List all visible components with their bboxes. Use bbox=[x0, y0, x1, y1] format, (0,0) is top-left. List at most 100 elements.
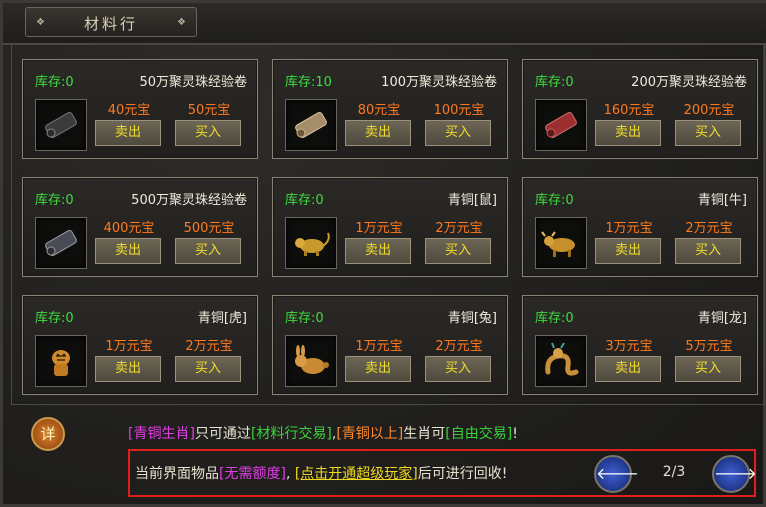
item-name: 青铜[牛] bbox=[697, 193, 747, 208]
buy-button[interactable]: 买入 bbox=[675, 356, 741, 382]
item-name: 青铜[兔] bbox=[447, 311, 497, 326]
notice-text: 生肖可 bbox=[403, 426, 446, 442]
recycle-notice-box: 当前界面物品[无需额度], [点击开通超级玩家]后可进行回收! 🡐 2/3 🡒 bbox=[128, 449, 757, 497]
buy-price: 500元宝 bbox=[183, 221, 235, 236]
buy-price: 2万元宝 bbox=[685, 221, 733, 236]
item-name: 50万聚灵珠经验卷 bbox=[139, 75, 247, 90]
stock-count: 库存:0 bbox=[35, 311, 74, 326]
item-slot[interactable] bbox=[285, 217, 337, 269]
sell-button[interactable]: 卖出 bbox=[95, 356, 161, 382]
notice-text: 当前界面物品 bbox=[135, 466, 219, 482]
rat-figurine-icon bbox=[295, 232, 330, 256]
item-card-0: 库存:0 50万聚灵珠经验卷 40元宝 50元宝 卖出 买入 bbox=[22, 59, 258, 159]
item-card-3: 库存:0 500万聚灵珠经验卷 400元宝 500元宝 卖出 买入 bbox=[22, 177, 258, 277]
stock-count: 库存:0 bbox=[285, 311, 324, 326]
item-card-1: 库存:10 100万聚灵珠经验卷 80元宝 100元宝 卖出 买入 bbox=[272, 59, 508, 159]
sell-price: 3万元宝 bbox=[605, 339, 653, 354]
sell-price: 1万元宝 bbox=[355, 339, 403, 354]
window-title: 材料行 bbox=[83, 15, 138, 33]
ox-figurine-icon bbox=[541, 231, 575, 257]
item-slot[interactable] bbox=[35, 217, 87, 269]
sell-price: 1万元宝 bbox=[105, 339, 153, 354]
buy-price: 50元宝 bbox=[187, 103, 231, 118]
sell-price: 1万元宝 bbox=[355, 221, 403, 236]
notice-text: 只可通过 bbox=[194, 426, 251, 442]
item-card-7: 库存:0 青铜[兔] 1万元宝 2万元宝 卖出 买入 bbox=[272, 295, 508, 395]
item-name: 200万聚灵珠经验卷 bbox=[631, 75, 747, 90]
buy-price: 2万元宝 bbox=[185, 339, 233, 354]
item-card-5: 库存:0 青铜[牛] 1万元宝 2万元宝 卖出 买入 bbox=[522, 177, 758, 277]
notice-text: , bbox=[285, 466, 295, 482]
item-slot[interactable] bbox=[35, 99, 87, 151]
scroll-icon bbox=[295, 112, 327, 138]
stock-count: 库存:0 bbox=[285, 193, 324, 208]
sell-price: 1万元宝 bbox=[605, 221, 653, 236]
sell-button[interactable]: 卖出 bbox=[95, 238, 161, 264]
sell-button[interactable]: 卖出 bbox=[345, 238, 411, 264]
sell-price: 400元宝 bbox=[103, 221, 155, 236]
open-super-player-link[interactable]: [点击开通超级玩家] bbox=[295, 466, 418, 482]
notice-text: 后可进行回收! bbox=[417, 466, 508, 482]
sell-price: 40元宝 bbox=[107, 103, 151, 118]
item-slot[interactable] bbox=[35, 335, 87, 387]
stock-count: 库存:0 bbox=[535, 193, 574, 208]
item-card-4: 库存:0 青铜[鼠] 1万元宝 2万元宝 卖出 买入 bbox=[272, 177, 508, 277]
item-slot[interactable] bbox=[535, 99, 587, 151]
material-shop-window: ❖ 材料行 ❖ 库存:0 50万聚灵珠经验卷 40元宝 50元宝 卖出 买入 库… bbox=[0, 0, 766, 507]
item-slot[interactable] bbox=[535, 335, 587, 387]
title-plate: ❖ 材料行 ❖ bbox=[25, 7, 197, 37]
scroll-icon bbox=[45, 112, 77, 138]
notice-text: ! bbox=[512, 426, 518, 442]
title-bar: ❖ 材料行 ❖ bbox=[3, 3, 766, 45]
item-name: 青铜[龙] bbox=[697, 311, 747, 326]
sell-price: 80元宝 bbox=[357, 103, 401, 118]
tiger-figurine-icon bbox=[52, 350, 70, 376]
trade-rule-notice: [青铜生肖]只可通过[材料行交易],[青铜以上]生肖可[自由交易]! bbox=[128, 423, 518, 443]
scroll-icon bbox=[545, 112, 577, 138]
bronze-zodiac-tag: [青铜生肖] bbox=[128, 426, 195, 442]
buy-price: 200元宝 bbox=[683, 103, 735, 118]
stock-count: 库存:0 bbox=[535, 75, 574, 90]
buy-price: 2万元宝 bbox=[435, 221, 483, 236]
item-card-2: 库存:0 200万聚灵珠经验卷 160元宝 200元宝 卖出 买入 bbox=[522, 59, 758, 159]
no-quota-tag: [无需额度] bbox=[219, 466, 286, 482]
buy-button[interactable]: 买入 bbox=[675, 120, 741, 146]
buy-button[interactable]: 买入 bbox=[425, 120, 491, 146]
item-name: 100万聚灵珠经验卷 bbox=[381, 75, 497, 90]
bronze-above-tag: [青铜以上] bbox=[336, 426, 404, 442]
recycle-notice: 当前界面物品[无需额度], [点击开通超级玩家]后可进行回收! bbox=[135, 463, 507, 483]
buy-price: 100元宝 bbox=[433, 103, 485, 118]
buy-button[interactable]: 买入 bbox=[175, 238, 241, 264]
item-slot[interactable] bbox=[285, 99, 337, 151]
item-slot[interactable] bbox=[285, 335, 337, 387]
buy-price: 5万元宝 bbox=[685, 339, 733, 354]
stock-count: 库存:0 bbox=[35, 75, 74, 90]
buy-button[interactable]: 买入 bbox=[425, 356, 491, 382]
buy-price: 2万元宝 bbox=[435, 339, 483, 354]
sell-button[interactable]: 卖出 bbox=[345, 356, 411, 382]
sell-button[interactable]: 卖出 bbox=[595, 120, 661, 146]
item-slot[interactable] bbox=[535, 217, 587, 269]
buy-button[interactable]: 买入 bbox=[175, 356, 241, 382]
item-name: 500万聚灵珠经验卷 bbox=[131, 193, 247, 208]
item-card-6: 库存:0 青铜[虎] 1万元宝 2万元宝 卖出 买入 bbox=[22, 295, 258, 395]
item-card-8: 库存:0 青铜[龙] 3万元宝 5万元宝 卖出 买入 bbox=[522, 295, 758, 395]
sell-button[interactable]: 卖出 bbox=[595, 356, 661, 382]
buy-button[interactable]: 买入 bbox=[675, 238, 741, 264]
page-indicator: 2/3 bbox=[662, 464, 686, 480]
title-ornament-icon: ❖ bbox=[177, 17, 186, 28]
buy-button[interactable]: 买入 bbox=[175, 120, 241, 146]
details-badge-icon[interactable]: 详 bbox=[31, 417, 65, 451]
prev-page-arrow-icon[interactable]: 🡐 bbox=[594, 455, 639, 493]
sell-button[interactable]: 卖出 bbox=[95, 120, 161, 146]
sell-button[interactable]: 卖出 bbox=[345, 120, 411, 146]
sell-button[interactable]: 卖出 bbox=[595, 238, 661, 264]
buy-button[interactable]: 买入 bbox=[425, 238, 491, 264]
next-page-arrow-icon[interactable]: 🡒 bbox=[712, 455, 757, 493]
scroll-icon bbox=[45, 230, 77, 256]
item-name: 青铜[鼠] bbox=[447, 193, 497, 208]
rabbit-figurine-icon bbox=[295, 345, 329, 374]
free-trade-tag: [自由交易] bbox=[445, 426, 513, 442]
material-shop-trade-tag: [材料行交易] bbox=[250, 426, 332, 442]
stock-count: 库存:0 bbox=[35, 193, 74, 208]
